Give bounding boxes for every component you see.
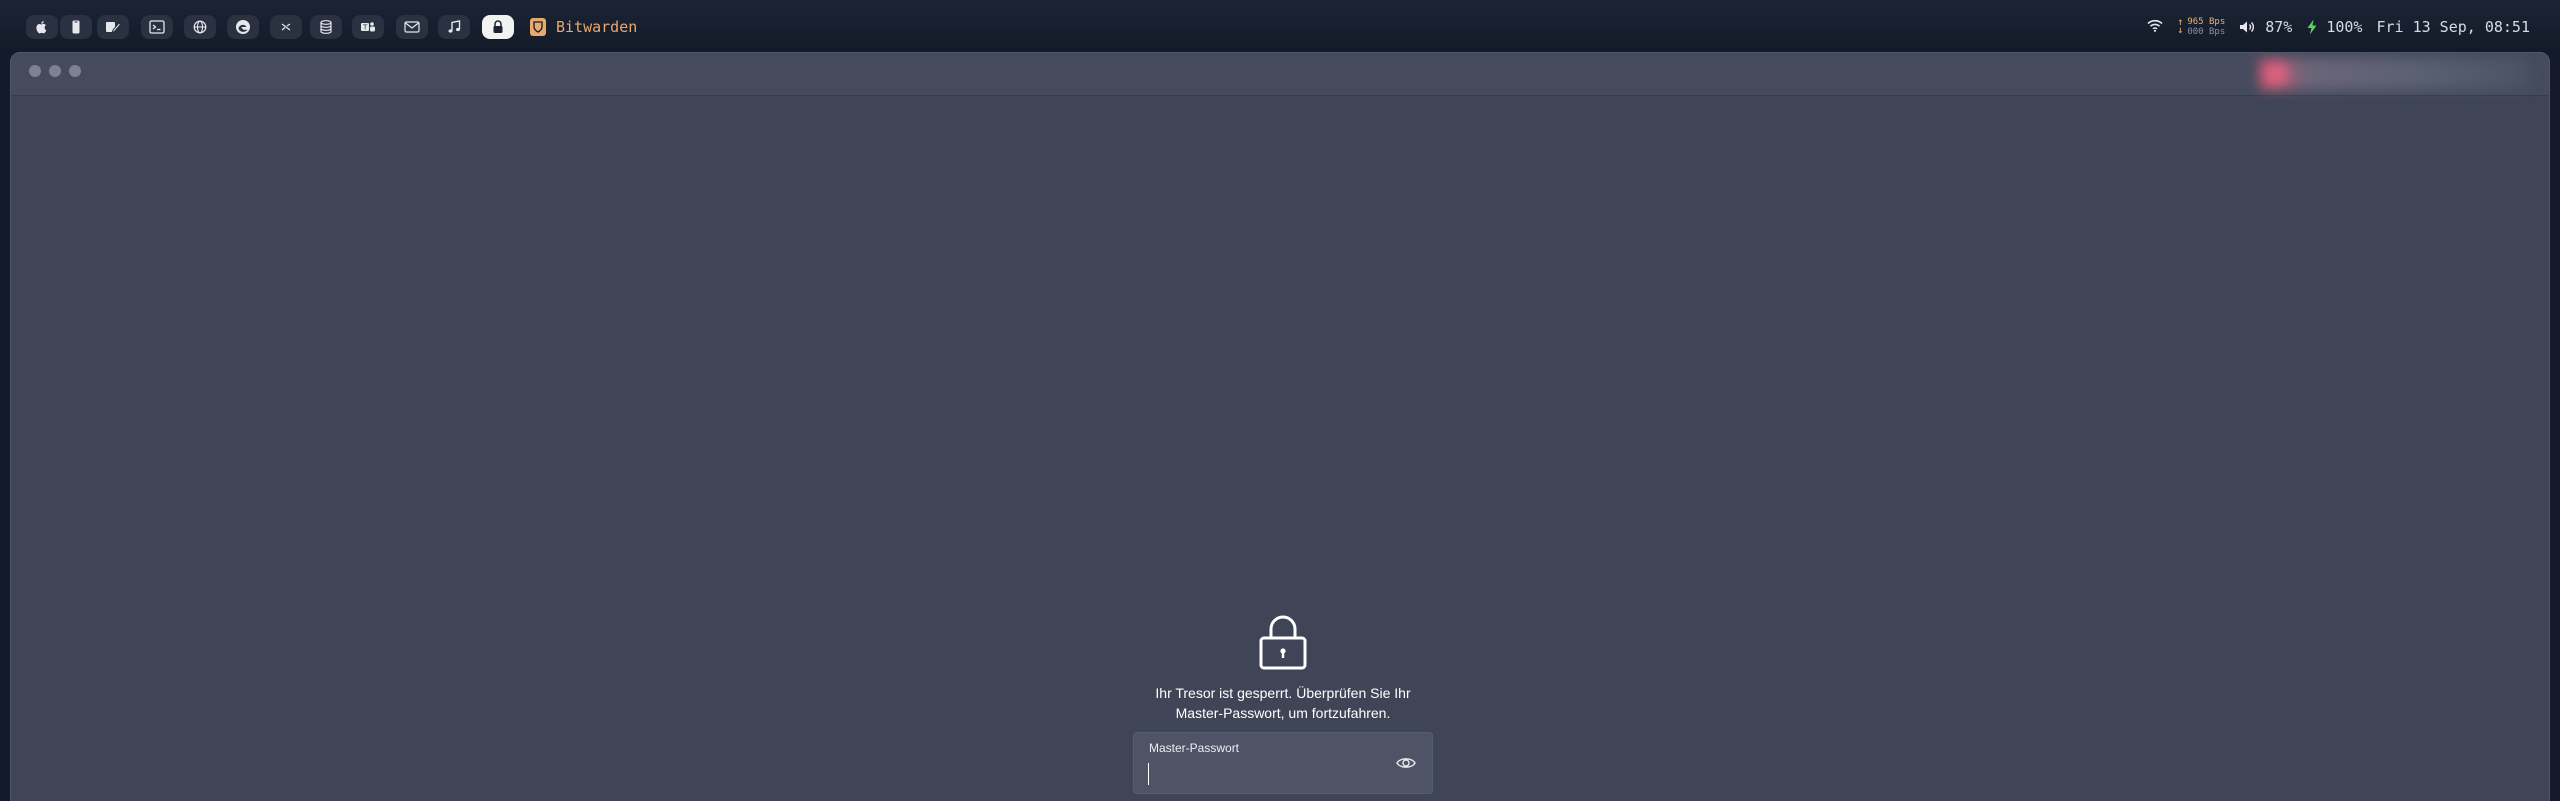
lock-screen: Ihr Tresor ist gesperrt. Überprüfen Sie … [1133, 612, 1433, 794]
avatar [2265, 62, 2289, 86]
network-up-rate: 965 Bps [2187, 17, 2226, 27]
terminal-icon[interactable] [141, 15, 173, 39]
eye-icon[interactable] [1396, 755, 1416, 774]
menu-bar: T Bitwarden ↑ ↓ 965 Bps 000 Bps 87% 100%… [0, 0, 2560, 51]
phone-icon[interactable] [60, 15, 92, 39]
music-icon[interactable] [438, 15, 470, 39]
volume-level: 87% [2265, 18, 2293, 36]
master-password-field[interactable]: Master-Passwort [1133, 732, 1433, 794]
edge-browser-icon[interactable] [227, 15, 259, 39]
pencil-icon[interactable] [97, 15, 129, 39]
globe-icon[interactable] [184, 15, 216, 39]
close-window-button[interactable] [29, 65, 41, 77]
lock-icon[interactable] [482, 15, 514, 39]
database-icon[interactable] [310, 15, 342, 39]
zoom-window-button[interactable] [69, 65, 81, 77]
active-app: Bitwarden [530, 15, 637, 39]
battery-level: 100% [2326, 18, 2363, 36]
vault-locked-message: Ihr Tresor ist gesperrt. Überprüfen Sie … [1155, 685, 1411, 721]
window-titlebar[interactable] [11, 53, 2549, 96]
network-arrows-icon: ↑ ↓ [2177, 17, 2184, 36]
network-speed: ↑ ↓ 965 Bps 000 Bps [2177, 17, 2225, 37]
lock-icon [1259, 615, 1307, 670]
mail-icon[interactable] [396, 15, 428, 39]
vscode-icon[interactable] [270, 15, 302, 39]
minimize-window-button[interactable] [49, 65, 61, 77]
wifi-icon[interactable] [2147, 18, 2163, 36]
clock[interactable]: Fri 13 Sep, 08:51 [2376, 18, 2530, 36]
speaker-icon [2240, 21, 2255, 33]
network-down-rate: 000 Bps [2187, 27, 2226, 37]
account-switcher[interactable] [2259, 58, 2529, 90]
status-area: ↑ ↓ 965 Bps 000 Bps 87% 100% Fri 13 Sep, … [2147, 15, 2530, 39]
active-app-label: Bitwarden [556, 18, 638, 36]
master-password-label: Master-Passwort [1149, 741, 1240, 755]
volume-status[interactable]: 87% [2239, 18, 2292, 36]
bitwarden-icon [530, 18, 546, 36]
master-password-input[interactable] [1148, 763, 1378, 785]
apple-icon[interactable] [26, 15, 58, 39]
battery-status[interactable]: 100% [2306, 18, 2362, 36]
teams-icon[interactable]: T [352, 15, 384, 39]
charging-bolt-icon [2307, 19, 2317, 35]
svg-text:T: T [362, 24, 368, 32]
